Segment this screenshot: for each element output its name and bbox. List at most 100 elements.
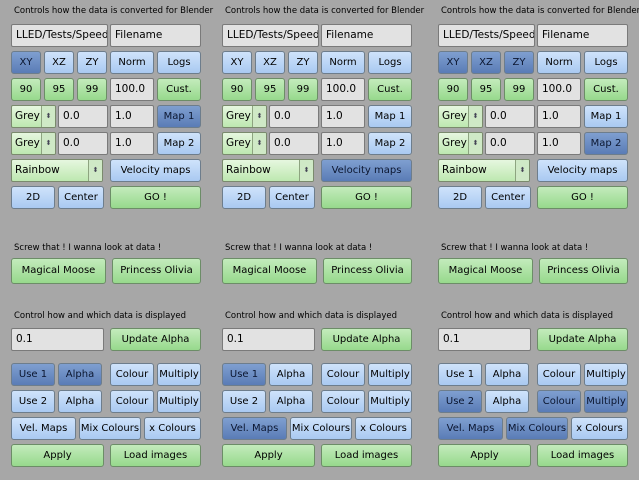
map1-colormap-select[interactable]: Grey ⬍: [438, 105, 483, 128]
path-input[interactable]: LLED/Tests/Speed/: [222, 24, 319, 47]
go-button[interactable]: GO !: [321, 186, 412, 209]
use2-button[interactable]: Use 2: [438, 390, 482, 413]
custom-button[interactable]: Cust.: [157, 78, 201, 101]
alpha-value-input[interactable]: 0.1: [438, 328, 531, 351]
percent-99-button[interactable]: 99: [504, 78, 534, 101]
use1-button[interactable]: Use 1: [11, 363, 55, 386]
percent-90-button[interactable]: 90: [438, 78, 468, 101]
alpha1-button[interactable]: Alpha: [485, 363, 529, 386]
map1-scale-input[interactable]: 1.0: [537, 105, 581, 128]
map2-colormap-select[interactable]: Grey ⬍: [11, 132, 56, 155]
go-button[interactable]: GO !: [537, 186, 628, 209]
use1-button[interactable]: Use 1: [438, 363, 482, 386]
norm-value-input[interactable]: 100.0: [537, 78, 581, 101]
map2-scale-input[interactable]: 1.0: [537, 132, 581, 155]
magical-moose-button[interactable]: Magical Moose: [222, 258, 317, 284]
center-button[interactable]: Center: [269, 186, 315, 209]
alpha2-button[interactable]: Alpha: [269, 390, 313, 413]
axis-xy-button[interactable]: XY: [438, 51, 468, 74]
center-button[interactable]: Center: [58, 186, 104, 209]
x-colours-button[interactable]: x Colours: [355, 417, 412, 440]
update-alpha-button[interactable]: Update Alpha: [537, 328, 628, 351]
map1-offset-input[interactable]: 0.0: [58, 105, 108, 128]
norm-button[interactable]: Norm: [537, 51, 581, 74]
load-images-button[interactable]: Load images: [537, 444, 628, 467]
colour1-button[interactable]: Colour: [321, 363, 365, 386]
go-button[interactable]: GO !: [110, 186, 201, 209]
map2-scale-input[interactable]: 1.0: [110, 132, 154, 155]
percent-95-button[interactable]: 95: [255, 78, 285, 101]
alpha1-button[interactable]: Alpha: [269, 363, 313, 386]
2d-button[interactable]: 2D: [438, 186, 482, 209]
map2-button[interactable]: Map 2: [368, 132, 412, 155]
map2-colormap-select[interactable]: Grey ⬍: [438, 132, 483, 155]
colour2-button[interactable]: Colour: [110, 390, 154, 413]
percent-99-button[interactable]: 99: [288, 78, 318, 101]
apply-button[interactable]: Apply: [222, 444, 315, 467]
magical-moose-button[interactable]: Magical Moose: [438, 258, 533, 284]
multiply1-button[interactable]: Multiply: [584, 363, 628, 386]
logs-button[interactable]: Logs: [157, 51, 201, 74]
use1-button[interactable]: Use 1: [222, 363, 266, 386]
percent-95-button[interactable]: 95: [471, 78, 501, 101]
map2-offset-input[interactable]: 0.0: [485, 132, 535, 155]
mix-colours-button[interactable]: Mix Colours: [290, 417, 352, 440]
center-button[interactable]: Center: [485, 186, 531, 209]
axis-zy-button[interactable]: ZY: [77, 51, 107, 74]
axis-xy-button[interactable]: XY: [11, 51, 41, 74]
map2-button[interactable]: Map 2: [157, 132, 201, 155]
multiply2-button[interactable]: Multiply: [157, 390, 201, 413]
percent-95-button[interactable]: 95: [44, 78, 74, 101]
norm-button[interactable]: Norm: [110, 51, 154, 74]
2d-button[interactable]: 2D: [222, 186, 266, 209]
axis-xz-button[interactable]: XZ: [471, 51, 501, 74]
alpha2-button[interactable]: Alpha: [485, 390, 529, 413]
colormap-select[interactable]: Rainbow ⬍: [438, 159, 530, 182]
percent-90-button[interactable]: 90: [11, 78, 41, 101]
map1-button[interactable]: Map 1: [368, 105, 412, 128]
logs-button[interactable]: Logs: [584, 51, 628, 74]
percent-90-button[interactable]: 90: [222, 78, 252, 101]
princess-olivia-button[interactable]: Princess Olivia: [323, 258, 412, 284]
custom-button[interactable]: Cust.: [584, 78, 628, 101]
2d-button[interactable]: 2D: [11, 186, 55, 209]
princess-olivia-button[interactable]: Princess Olivia: [539, 258, 628, 284]
use2-button[interactable]: Use 2: [222, 390, 266, 413]
custom-button[interactable]: Cust.: [368, 78, 412, 101]
multiply2-button[interactable]: Multiply: [584, 390, 628, 413]
axis-xz-button[interactable]: XZ: [255, 51, 285, 74]
colour2-button[interactable]: Colour: [537, 390, 581, 413]
colour1-button[interactable]: Colour: [110, 363, 154, 386]
colormap-select[interactable]: Rainbow ⬍: [11, 159, 103, 182]
filename-input[interactable]: Filename: [321, 24, 412, 47]
multiply1-button[interactable]: Multiply: [157, 363, 201, 386]
x-colours-button[interactable]: x Colours: [144, 417, 201, 440]
map1-button[interactable]: Map 1: [584, 105, 628, 128]
multiply2-button[interactable]: Multiply: [368, 390, 412, 413]
percent-99-button[interactable]: 99: [77, 78, 107, 101]
map1-colormap-select[interactable]: Grey ⬍: [222, 105, 267, 128]
axis-xz-button[interactable]: XZ: [44, 51, 74, 74]
map1-colormap-select[interactable]: Grey ⬍: [11, 105, 56, 128]
load-images-button[interactable]: Load images: [110, 444, 201, 467]
velocity-maps-button[interactable]: Velocity maps: [537, 159, 628, 182]
vel-maps-button[interactable]: Vel. Maps: [438, 417, 503, 440]
map2-button[interactable]: Map 2: [584, 132, 628, 155]
alpha1-button[interactable]: Alpha: [58, 363, 102, 386]
update-alpha-button[interactable]: Update Alpha: [110, 328, 201, 351]
alpha-value-input[interactable]: 0.1: [222, 328, 315, 351]
path-input[interactable]: LLED/Tests/Speed/: [438, 24, 535, 47]
map2-scale-input[interactable]: 1.0: [321, 132, 365, 155]
alpha-value-input[interactable]: 0.1: [11, 328, 104, 351]
map2-offset-input[interactable]: 0.0: [269, 132, 319, 155]
vel-maps-button[interactable]: Vel. Maps: [222, 417, 287, 440]
apply-button[interactable]: Apply: [11, 444, 104, 467]
filename-input[interactable]: Filename: [110, 24, 201, 47]
mix-colours-button[interactable]: Mix Colours: [506, 417, 568, 440]
axis-zy-button[interactable]: ZY: [288, 51, 318, 74]
colour2-button[interactable]: Colour: [321, 390, 365, 413]
map1-scale-input[interactable]: 1.0: [110, 105, 154, 128]
map1-button[interactable]: Map 1: [157, 105, 201, 128]
axis-zy-button[interactable]: ZY: [504, 51, 534, 74]
map2-colormap-select[interactable]: Grey ⬍: [222, 132, 267, 155]
